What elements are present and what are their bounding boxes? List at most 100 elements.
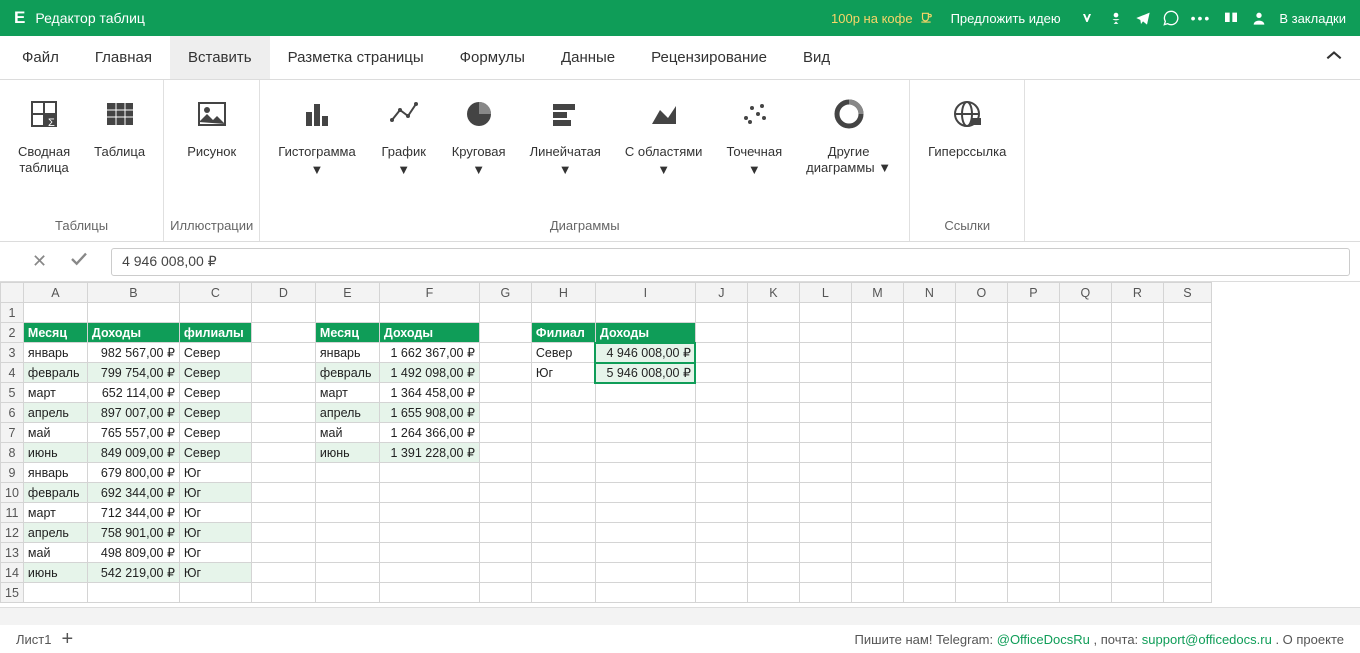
- cell-J13[interactable]: [695, 543, 747, 563]
- cell-E15[interactable]: [315, 583, 379, 603]
- cell-E2[interactable]: Месяц: [315, 323, 379, 343]
- cell-A1[interactable]: [23, 303, 87, 323]
- col-header-P[interactable]: P: [1007, 283, 1059, 303]
- cell-B14[interactable]: 542 219,00 ₽: [87, 563, 179, 583]
- menu-вставить[interactable]: Вставить: [170, 36, 270, 79]
- cell-C4[interactable]: Север: [179, 363, 251, 383]
- telegram-icon[interactable]: [1135, 10, 1151, 26]
- cell-E1[interactable]: [315, 303, 379, 323]
- cell-E11[interactable]: [315, 503, 379, 523]
- cell-F12[interactable]: [379, 523, 479, 543]
- cell-N1[interactable]: [903, 303, 955, 323]
- cell-R6[interactable]: [1111, 403, 1163, 423]
- cell-D7[interactable]: [251, 423, 315, 443]
- cell-I4[interactable]: 5 946 008,00 ₽: [595, 363, 695, 383]
- cell-P8[interactable]: [1007, 443, 1059, 463]
- cell-B11[interactable]: 712 344,00 ₽: [87, 503, 179, 523]
- cell-P4[interactable]: [1007, 363, 1059, 383]
- cell-E7[interactable]: май: [315, 423, 379, 443]
- cell-M4[interactable]: [851, 363, 903, 383]
- row-header[interactable]: 5: [1, 383, 24, 403]
- cell-K2[interactable]: [747, 323, 799, 343]
- cell-P2[interactable]: [1007, 323, 1059, 343]
- cell-K6[interactable]: [747, 403, 799, 423]
- cell-Q7[interactable]: [1059, 423, 1111, 443]
- bookmarks-link[interactable]: В закладки: [1279, 11, 1346, 26]
- cell-A14[interactable]: июнь: [23, 563, 87, 583]
- cell-G1[interactable]: [479, 303, 531, 323]
- cell-F6[interactable]: 1 655 908,00 ₽: [379, 403, 479, 423]
- cell-M2[interactable]: [851, 323, 903, 343]
- ok-icon[interactable]: [1109, 10, 1123, 26]
- cell-R7[interactable]: [1111, 423, 1163, 443]
- cell-Q14[interactable]: [1059, 563, 1111, 583]
- cell-K4[interactable]: [747, 363, 799, 383]
- cell-A5[interactable]: март: [23, 383, 87, 403]
- col-header-H[interactable]: H: [531, 283, 595, 303]
- cell-I8[interactable]: [595, 443, 695, 463]
- cell-J10[interactable]: [695, 483, 747, 503]
- cell-L10[interactable]: [799, 483, 851, 503]
- cell-O6[interactable]: [955, 403, 1007, 423]
- cell-S2[interactable]: [1163, 323, 1211, 343]
- cell-S5[interactable]: [1163, 383, 1211, 403]
- cell-I9[interactable]: [595, 463, 695, 483]
- coffee-link[interactable]: 100р на кофе: [831, 11, 933, 26]
- cell-F13[interactable]: [379, 543, 479, 563]
- cell-P15[interactable]: [1007, 583, 1059, 603]
- row-header[interactable]: 12: [1, 523, 24, 543]
- col-header-J[interactable]: J: [695, 283, 747, 303]
- cell-N7[interactable]: [903, 423, 955, 443]
- cell-F2[interactable]: Доходы: [379, 323, 479, 343]
- cell-A11[interactable]: март: [23, 503, 87, 523]
- cell-I14[interactable]: [595, 563, 695, 583]
- cell-H6[interactable]: [531, 403, 595, 423]
- cell-G8[interactable]: [479, 443, 531, 463]
- cell-D2[interactable]: [251, 323, 315, 343]
- cell-O7[interactable]: [955, 423, 1007, 443]
- cell-N3[interactable]: [903, 343, 955, 363]
- cell-J14[interactable]: [695, 563, 747, 583]
- cell-H1[interactable]: [531, 303, 595, 323]
- cell-N10[interactable]: [903, 483, 955, 503]
- cell-H3[interactable]: Север: [531, 343, 595, 363]
- cell-F1[interactable]: [379, 303, 479, 323]
- email-link[interactable]: support@officedocs.ru: [1142, 632, 1272, 647]
- col-header-Q[interactable]: Q: [1059, 283, 1111, 303]
- row-header[interactable]: 14: [1, 563, 24, 583]
- cell-H9[interactable]: [531, 463, 595, 483]
- cell-C1[interactable]: [179, 303, 251, 323]
- cell-O8[interactable]: [955, 443, 1007, 463]
- cell-K15[interactable]: [747, 583, 799, 603]
- cell-S11[interactable]: [1163, 503, 1211, 523]
- cell-O4[interactable]: [955, 363, 1007, 383]
- cell-O2[interactable]: [955, 323, 1007, 343]
- cell-R3[interactable]: [1111, 343, 1163, 363]
- user-icon[interactable]: [1251, 10, 1267, 26]
- cell-M15[interactable]: [851, 583, 903, 603]
- cell-M1[interactable]: [851, 303, 903, 323]
- cell-J6[interactable]: [695, 403, 747, 423]
- cell-A3[interactable]: январь: [23, 343, 87, 363]
- cell-L12[interactable]: [799, 523, 851, 543]
- cell-C3[interactable]: Север: [179, 343, 251, 363]
- cell-A6[interactable]: апрель: [23, 403, 87, 423]
- cell-N2[interactable]: [903, 323, 955, 343]
- cell-L3[interactable]: [799, 343, 851, 363]
- cell-O9[interactable]: [955, 463, 1007, 483]
- menu-данные[interactable]: Данные: [543, 36, 633, 79]
- cell-Q13[interactable]: [1059, 543, 1111, 563]
- cell-B6[interactable]: 897 007,00 ₽: [87, 403, 179, 423]
- cell-E13[interactable]: [315, 543, 379, 563]
- ribbon-other-button[interactable]: Другиедиаграммы ▼: [794, 90, 903, 210]
- cell-D5[interactable]: [251, 383, 315, 403]
- cell-M14[interactable]: [851, 563, 903, 583]
- cell-S7[interactable]: [1163, 423, 1211, 443]
- cell-S4[interactable]: [1163, 363, 1211, 383]
- cell-S8[interactable]: [1163, 443, 1211, 463]
- formula-input[interactable]: [111, 248, 1350, 276]
- cell-P13[interactable]: [1007, 543, 1059, 563]
- cell-R11[interactable]: [1111, 503, 1163, 523]
- cell-H8[interactable]: [531, 443, 595, 463]
- cell-H5[interactable]: [531, 383, 595, 403]
